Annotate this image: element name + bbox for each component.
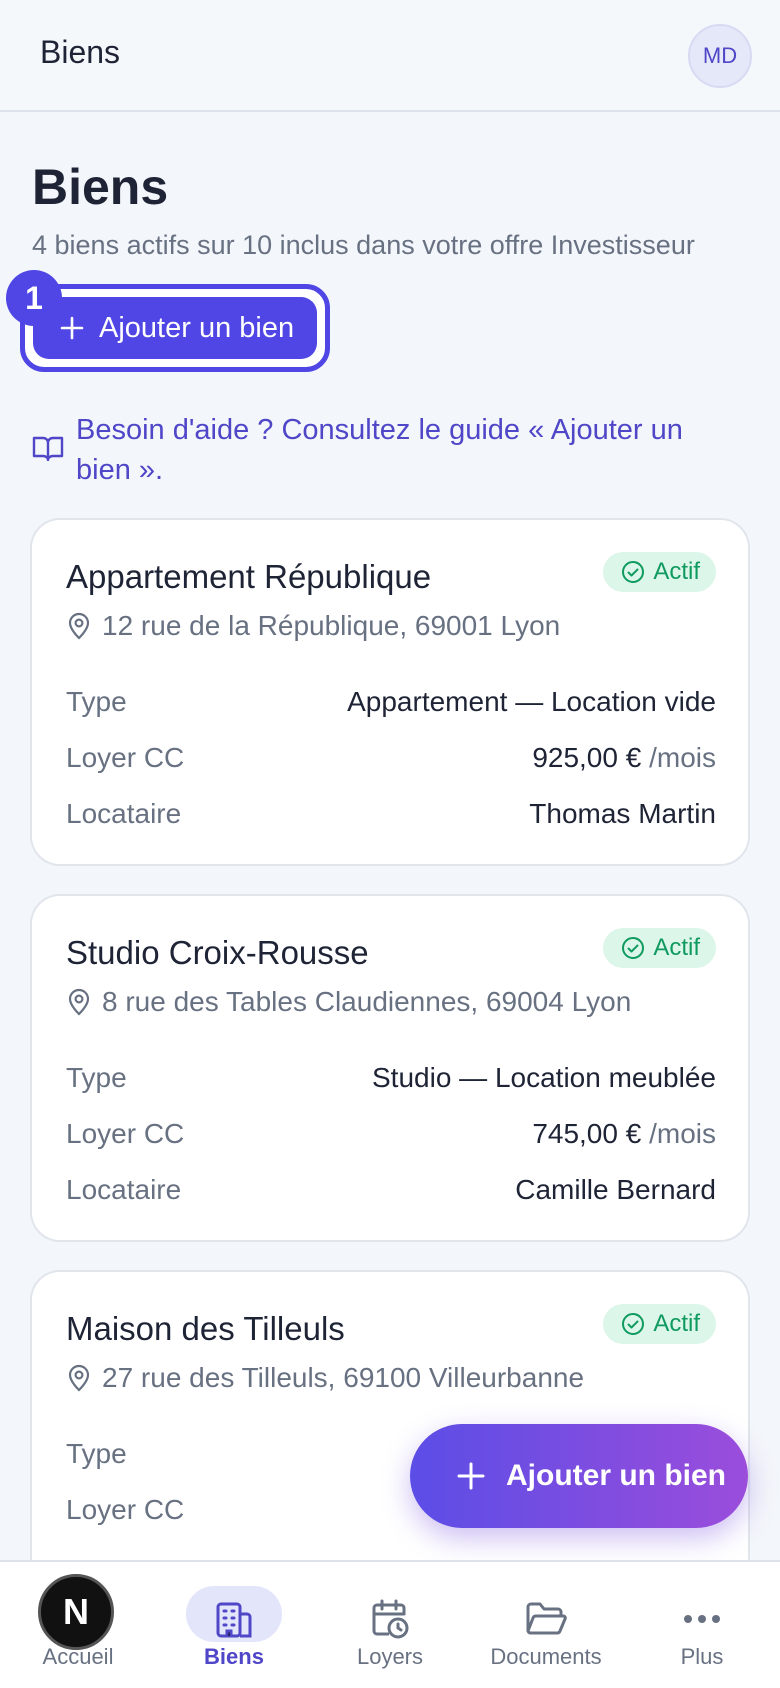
rent-row: Loyer CC 745,00 € /mois	[66, 1118, 716, 1150]
check-circle-icon	[622, 1313, 645, 1335]
map-pin-icon	[68, 1364, 90, 1392]
type-value: Studio — Location meublée	[372, 1062, 716, 1093]
tenant-label: Locataire	[66, 798, 182, 829]
type-label: Type	[66, 686, 127, 717]
nav-item-documents[interactable]: Documents	[468, 1562, 624, 1688]
tutorial-step-badge: 1	[6, 270, 62, 326]
rent-amount: 925,00 €	[532, 742, 642, 773]
tenant-value: Thomas Martin	[529, 798, 716, 829]
help-link-text: Besoin d'aide ? Consultez le guide « Ajo…	[76, 414, 683, 486]
app-logo-badge: N	[38, 1574, 114, 1650]
rent-label: Loyer CC	[66, 1494, 185, 1525]
header-title: Biens	[40, 34, 121, 70]
nav-label: Plus	[680, 1644, 724, 1669]
folder-icon	[518, 1594, 574, 1644]
type-value: Appartement — Location vide	[347, 686, 716, 717]
rent-amount: 745,00 €	[532, 1118, 642, 1149]
plan-usage-subtitle: 4 biens actifs sur 10 inclus dans votre …	[32, 230, 695, 260]
plus-icon	[457, 1462, 485, 1490]
rent-label: Loyer CC	[66, 1118, 185, 1149]
property-address: 8 rue des Tables Claudiennes, 69004 Lyon	[66, 986, 631, 1018]
type-row: Type Appartement — Location vide	[66, 686, 716, 718]
address-text: 12 rue de la République, 69001 Lyon	[102, 610, 561, 641]
check-circle-icon	[622, 561, 645, 583]
nav-label: Loyers	[356, 1644, 424, 1669]
property-address: 12 rue de la République, 69001 Lyon	[66, 610, 560, 642]
more-icon	[674, 1594, 730, 1644]
check-circle-icon	[622, 937, 645, 959]
property-card[interactable]: Appartement République Actif 12 rue de l…	[30, 518, 750, 866]
type-row: Type Studio — Location meublée	[66, 1062, 716, 1094]
fab-label: Ajouter un bien	[506, 1459, 726, 1492]
rent-value: 745,00 € /mois	[532, 1118, 716, 1150]
nav-item-biens[interactable]: Biens	[156, 1562, 312, 1688]
tenant-label: Locataire	[66, 1174, 182, 1205]
nav-label: Documents	[490, 1644, 602, 1669]
tenant-value: Camille Bernard	[515, 1174, 716, 1205]
add-property-button[interactable]: Ajouter un bien	[33, 297, 317, 359]
help-link[interactable]: Besoin d'aide ? Consultez le guide « Ajo…	[32, 410, 732, 490]
type-label: Type	[66, 1438, 127, 1469]
property-name: Appartement République	[66, 558, 432, 595]
calendar-clock-icon	[362, 1594, 418, 1644]
rent-value: 925,00 € /mois	[532, 742, 716, 774]
status-badge: Actif	[603, 1304, 716, 1344]
status-text: Actif	[653, 1310, 700, 1337]
status-text: Actif	[653, 558, 700, 585]
nav-item-loyers[interactable]: Loyers	[312, 1562, 468, 1688]
rent-row: Loyer CC 925,00 € /mois	[66, 742, 716, 774]
address-text: 27 rue des Tilleuls, 69100 Villeurbanne	[102, 1362, 585, 1393]
nav-item-plus[interactable]: Plus	[624, 1562, 780, 1688]
plus-icon	[60, 316, 84, 340]
rent-unit: /mois	[649, 1118, 716, 1149]
map-pin-icon	[68, 988, 90, 1016]
property-address: 27 rue des Tilleuls, 69100 Villeurbanne	[66, 1362, 584, 1394]
add-button-highlight: Ajouter un bien	[20, 284, 330, 372]
building-icon	[206, 1594, 262, 1644]
avatar[interactable]: MD	[688, 24, 752, 88]
status-badge: Actif	[603, 928, 716, 968]
page-title: Biens	[32, 159, 169, 215]
top-bar: Biens MD	[0, 0, 780, 112]
rent-unit: /mois	[649, 742, 716, 773]
tenant-row: Locataire Thomas Martin	[66, 798, 716, 830]
tenant-row: Locataire Camille Bernard	[66, 1174, 716, 1206]
map-pin-icon	[68, 612, 90, 640]
book-icon	[32, 436, 64, 462]
status-text: Actif	[653, 934, 700, 961]
status-badge: Actif	[603, 552, 716, 592]
address-text: 8 rue des Tables Claudiennes, 69004 Lyon	[102, 986, 632, 1017]
bottom-navigation: Accueil Biens Loyers Documents Plus	[0, 1560, 780, 1688]
nav-label: Biens	[204, 1644, 264, 1669]
floating-add-property-button[interactable]: Ajouter un bien	[410, 1424, 748, 1528]
property-name: Studio Croix-Rousse	[66, 934, 369, 971]
property-card[interactable]: Studio Croix-Rousse Actif 8 rue des Tabl…	[30, 894, 750, 1242]
add-property-button-label: Ajouter un bien	[99, 311, 295, 344]
rent-label: Loyer CC	[66, 742, 185, 773]
type-label: Type	[66, 1062, 127, 1093]
property-name: Maison des Tilleuls	[66, 1310, 345, 1347]
